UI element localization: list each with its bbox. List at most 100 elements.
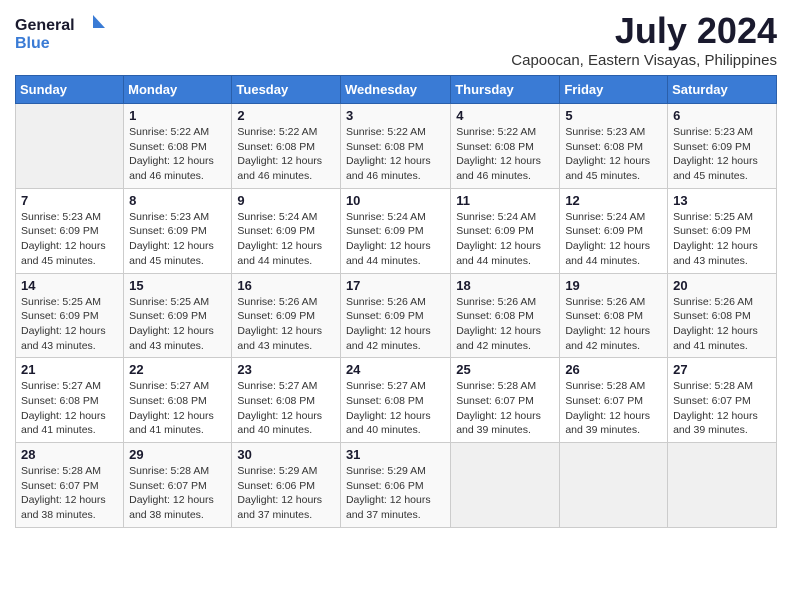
day-number: 1 [129, 108, 226, 123]
day-info: Sunrise: 5:22 AMSunset: 6:08 PMDaylight:… [237, 125, 335, 184]
calendar-cell: 23 Sunrise: 5:27 AMSunset: 6:08 PMDayligh… [232, 358, 341, 443]
day-info: Sunrise: 5:26 AMSunset: 6:09 PMDaylight:… [346, 295, 445, 354]
calendar-cell: 2 Sunrise: 5:22 AMSunset: 6:08 PMDaylight… [232, 104, 341, 189]
day-info: Sunrise: 5:24 AMSunset: 6:09 PMDaylight:… [346, 210, 445, 269]
calendar-cell: 26 Sunrise: 5:28 AMSunset: 6:07 PMDayligh… [560, 358, 668, 443]
day-number: 20 [673, 278, 771, 293]
day-info: Sunrise: 5:27 AMSunset: 6:08 PMDaylight:… [346, 379, 445, 438]
day-number: 29 [129, 447, 226, 462]
calendar-cell: 11 Sunrise: 5:24 AMSunset: 6:09 PMDayligh… [451, 188, 560, 273]
day-info: Sunrise: 5:26 AMSunset: 6:08 PMDaylight:… [456, 295, 554, 354]
day-number: 16 [237, 278, 335, 293]
col-header-monday: Monday [124, 76, 232, 104]
calendar-cell [451, 443, 560, 528]
day-number: 14 [21, 278, 118, 293]
day-number: 22 [129, 362, 226, 377]
day-info: Sunrise: 5:23 AMSunset: 6:09 PMDaylight:… [21, 210, 118, 269]
day-info: Sunrise: 5:28 AMSunset: 6:07 PMDaylight:… [673, 379, 771, 438]
day-number: 31 [346, 447, 445, 462]
calendar-header-row: SundayMondayTuesdayWednesdayThursdayFrid… [16, 76, 777, 104]
day-number: 8 [129, 193, 226, 208]
calendar-body: 1 Sunrise: 5:22 AMSunset: 6:08 PMDaylight… [16, 104, 777, 528]
calendar-cell: 19Sunrise: 5:26 AMSunset: 6:08 PMDayligh… [560, 273, 668, 358]
day-info: Sunrise: 5:22 AMSunset: 6:08 PMDaylight:… [129, 125, 226, 184]
day-info: Sunrise: 5:22 AMSunset: 6:08 PMDaylight:… [346, 125, 445, 184]
day-info: Sunrise: 5:26 AMSunset: 6:08 PMDaylight:… [673, 295, 771, 354]
week-row-3: 14 Sunrise: 5:25 AMSunset: 6:09 PMDayligh… [16, 273, 777, 358]
calendar-cell: 7 Sunrise: 5:23 AMSunset: 6:09 PMDaylight… [16, 188, 124, 273]
day-number: 12 [565, 193, 662, 208]
day-info: Sunrise: 5:28 AMSunset: 6:07 PMDaylight:… [565, 379, 662, 438]
week-row-5: 28 Sunrise: 5:28 AMSunset: 6:07 PMDayligh… [16, 443, 777, 528]
week-row-2: 7 Sunrise: 5:23 AMSunset: 6:09 PMDaylight… [16, 188, 777, 273]
day-info: Sunrise: 5:24 AMSunset: 6:09 PMDaylight:… [565, 210, 662, 269]
calendar-cell: 30 Sunrise: 5:29 AMSunset: 6:06 PMDayligh… [232, 443, 341, 528]
day-number: 17 [346, 278, 445, 293]
calendar-cell: 9 Sunrise: 5:24 AMSunset: 6:09 PMDaylight… [232, 188, 341, 273]
day-number: 2 [237, 108, 335, 123]
day-number: 19 [565, 278, 662, 293]
col-header-saturday: Saturday [668, 76, 777, 104]
day-number: 6 [673, 108, 771, 123]
calendar-cell: 28 Sunrise: 5:28 AMSunset: 6:07 PMDayligh… [16, 443, 124, 528]
day-number: 18 [456, 278, 554, 293]
calendar-table: SundayMondayTuesdayWednesdayThursdayFrid… [15, 75, 777, 528]
day-info: Sunrise: 5:28 AMSunset: 6:07 PMDaylight:… [456, 379, 554, 438]
day-info: Sunrise: 5:27 AMSunset: 6:08 PMDaylight:… [21, 379, 118, 438]
calendar-cell: 4Sunrise: 5:22 AMSunset: 6:08 PMDaylight… [451, 104, 560, 189]
day-info: Sunrise: 5:23 AMSunset: 6:08 PMDaylight:… [565, 125, 662, 184]
col-header-tuesday: Tuesday [232, 76, 341, 104]
calendar-cell: 22 Sunrise: 5:27 AMSunset: 6:08 PMDayligh… [124, 358, 232, 443]
day-number: 28 [21, 447, 118, 462]
day-number: 15 [129, 278, 226, 293]
day-info: Sunrise: 5:29 AMSunset: 6:06 PMDaylight:… [346, 464, 445, 523]
day-number: 21 [21, 362, 118, 377]
calendar-cell: 6Sunrise: 5:23 AMSunset: 6:09 PMDaylight… [668, 104, 777, 189]
day-number: 27 [673, 362, 771, 377]
day-info: Sunrise: 5:23 AMSunset: 6:09 PMDaylight:… [129, 210, 226, 269]
day-info: Sunrise: 5:27 AMSunset: 6:08 PMDaylight:… [237, 379, 335, 438]
day-info: Sunrise: 5:29 AMSunset: 6:06 PMDaylight:… [237, 464, 335, 523]
svg-text:General: General [15, 17, 75, 34]
logo: General Blue [15, 10, 105, 55]
day-info: Sunrise: 5:28 AMSunset: 6:07 PMDaylight:… [21, 464, 118, 523]
day-number: 30 [237, 447, 335, 462]
calendar-cell: 12 Sunrise: 5:24 AMSunset: 6:09 PMDayligh… [560, 188, 668, 273]
day-number: 10 [346, 193, 445, 208]
calendar-cell [668, 443, 777, 528]
day-number: 9 [237, 193, 335, 208]
day-number: 24 [346, 362, 445, 377]
calendar-cell: 16 Sunrise: 5:26 AMSunset: 6:09 PMDayligh… [232, 273, 341, 358]
calendar-cell: 31 Sunrise: 5:29 AMSunset: 6:06 PMDayligh… [340, 443, 450, 528]
col-header-friday: Friday [560, 76, 668, 104]
col-header-sunday: Sunday [16, 76, 124, 104]
day-number: 26 [565, 362, 662, 377]
svg-text:Blue: Blue [15, 35, 50, 52]
day-number: 13 [673, 193, 771, 208]
calendar-cell: 14Sunrise: 5:25 AMSunset: 6:09 PMDayligh… [16, 273, 124, 358]
calendar-cell: 1 Sunrise: 5:22 AMSunset: 6:08 PMDaylight… [124, 104, 232, 189]
day-number: 5 [565, 108, 662, 123]
day-number: 7 [21, 193, 118, 208]
day-info: Sunrise: 5:27 AMSunset: 6:08 PMDaylight:… [129, 379, 226, 438]
calendar-cell: 21 Sunrise: 5:27 AMSunset: 6:08 PMDayligh… [16, 358, 124, 443]
day-info: Sunrise: 5:26 AMSunset: 6:09 PMDaylight:… [237, 295, 335, 354]
calendar-cell: 15 Sunrise: 5:25 AMSunset: 6:09 PMDayligh… [124, 273, 232, 358]
calendar-cell: 3 Sunrise: 5:22 AMSunset: 6:08 PMDaylight… [340, 104, 450, 189]
calendar-cell [16, 104, 124, 189]
subtitle: Capoocan, Eastern Visayas, Philippines [511, 52, 777, 69]
calendar-cell: 27 Sunrise: 5:28 AMSunset: 6:07 PMDayligh… [668, 358, 777, 443]
day-number: 25 [456, 362, 554, 377]
day-number: 4 [456, 108, 554, 123]
day-number: 11 [456, 193, 554, 208]
calendar-cell: 24 Sunrise: 5:27 AMSunset: 6:08 PMDayligh… [340, 358, 450, 443]
calendar-cell: 13Sunrise: 5:25 AMSunset: 6:09 PMDayligh… [668, 188, 777, 273]
day-number: 3 [346, 108, 445, 123]
calendar-cell: 10 Sunrise: 5:24 AMSunset: 6:09 PMDayligh… [340, 188, 450, 273]
day-info: Sunrise: 5:24 AMSunset: 6:09 PMDaylight:… [456, 210, 554, 269]
day-number: 23 [237, 362, 335, 377]
calendar-cell: 25 Sunrise: 5:28 AMSunset: 6:07 PMDayligh… [451, 358, 560, 443]
day-info: Sunrise: 5:25 AMSunset: 6:09 PMDaylight:… [129, 295, 226, 354]
title-block: July 2024 Capoocan, Eastern Visayas, Phi… [511, 10, 777, 69]
day-info: Sunrise: 5:24 AMSunset: 6:09 PMDaylight:… [237, 210, 335, 269]
